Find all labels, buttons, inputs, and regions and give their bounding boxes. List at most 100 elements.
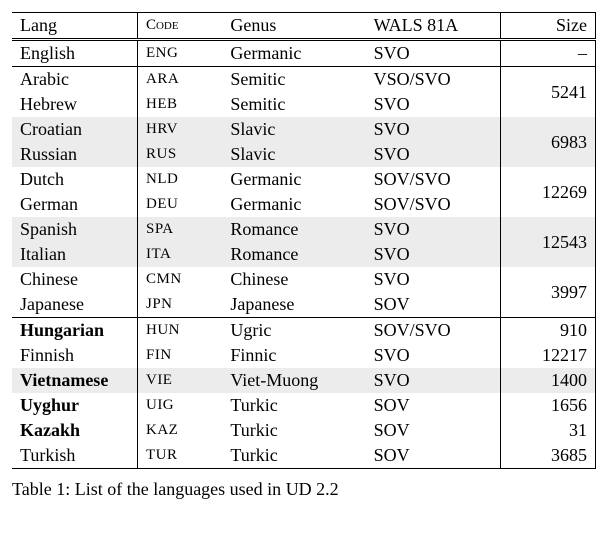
table-caption: Table 1: List of the languages used in U…: [12, 479, 596, 500]
size-cell: 1400: [500, 368, 595, 393]
lang-cell: Russian: [12, 142, 137, 167]
lang-cell: Chinese: [12, 267, 137, 292]
genus-cell: Semitic: [222, 92, 365, 117]
table-row: Uyghur UIG Turkic SOV 1656: [12, 393, 596, 418]
table-row: Turkish TUR Turkic SOV 3685: [12, 443, 596, 469]
header-code: Code: [137, 13, 222, 40]
genus-cell: Japanese: [222, 292, 365, 318]
lang-cell: Hungarian: [12, 318, 137, 344]
header-size: Size: [500, 13, 595, 40]
table-row: Spanish SPA Romance SVO 12543: [12, 217, 596, 242]
table-row: Chinese CMN Chinese SVO 3997: [12, 267, 596, 292]
table-row: Finnish FIN Finnic SVO 12217: [12, 343, 596, 368]
genus-cell: Romance: [222, 242, 365, 267]
genus-cell: Romance: [222, 217, 365, 242]
wals-cell: SVO: [366, 267, 500, 292]
wals-cell: SOV: [366, 393, 500, 418]
header-wals: WALS 81A: [366, 13, 500, 40]
header-lang: Lang: [12, 13, 137, 40]
lang-cell: Dutch: [12, 167, 137, 192]
size-cell: 12269: [500, 167, 595, 217]
size-cell: 12217: [500, 343, 595, 368]
genus-cell: Ugric: [222, 318, 365, 344]
genus-cell: Semitic: [222, 67, 365, 93]
genus-cell: Chinese: [222, 267, 365, 292]
genus-cell: Viet-Muong: [222, 368, 365, 393]
lang-cell: Hebrew: [12, 92, 137, 117]
genus-cell: Turkic: [222, 393, 365, 418]
code-cell: SPA: [137, 217, 222, 242]
size-cell: –: [500, 40, 595, 67]
code-cell: TUR: [137, 443, 222, 469]
table-row: Hungarian HUN Ugric SOV/SVO 910: [12, 318, 596, 344]
caption-suffix: UD 2.2: [286, 479, 339, 499]
lang-cell: Croatian: [12, 117, 137, 142]
code-cell: VIE: [137, 368, 222, 393]
wals-cell: SOV/SVO: [366, 318, 500, 344]
lang-cell: German: [12, 192, 137, 217]
code-cell: NLD: [137, 167, 222, 192]
wals-cell: SVO: [366, 343, 500, 368]
wals-cell: SOV/SVO: [366, 167, 500, 192]
lang-cell: Turkish: [12, 443, 137, 469]
size-cell: 3685: [500, 443, 595, 469]
code-cell: HRV: [137, 117, 222, 142]
table-row: English ENG Germanic SVO –: [12, 40, 596, 67]
wals-cell: SVO: [366, 142, 500, 167]
language-table: Lang Code Genus WALS 81A Size English EN…: [12, 12, 596, 469]
size-cell: 31: [500, 418, 595, 443]
code-cell: KAZ: [137, 418, 222, 443]
size-cell: 6983: [500, 117, 595, 167]
genus-cell: Turkic: [222, 418, 365, 443]
caption-text: Table 1: List of the languages used in: [12, 479, 286, 499]
wals-cell: SOV: [366, 443, 500, 469]
table-row: Vietnamese VIE Viet-Muong SVO 1400: [12, 368, 596, 393]
code-cell: HUN: [137, 318, 222, 344]
lang-cell: Uyghur: [12, 393, 137, 418]
genus-cell: Germanic: [222, 192, 365, 217]
wals-cell: SVO: [366, 117, 500, 142]
lang-cell: English: [12, 40, 137, 67]
genus-cell: Germanic: [222, 167, 365, 192]
wals-cell: SVO: [366, 92, 500, 117]
lang-cell: Arabic: [12, 67, 137, 93]
code-cell: ARA: [137, 67, 222, 93]
code-cell: HEB: [137, 92, 222, 117]
lang-cell: Vietnamese: [12, 368, 137, 393]
code-cell: FIN: [137, 343, 222, 368]
genus-cell: Slavic: [222, 117, 365, 142]
code-cell: ITA: [137, 242, 222, 267]
wals-cell: SOV: [366, 418, 500, 443]
wals-cell: SVO: [366, 368, 500, 393]
table-row: Arabic ARA Semitic VSO/SVO 5241: [12, 67, 596, 93]
wals-cell: SOV/SVO: [366, 192, 500, 217]
genus-cell: Germanic: [222, 40, 365, 67]
size-cell: 910: [500, 318, 595, 344]
lang-cell: Japanese: [12, 292, 137, 318]
wals-cell: SVO: [366, 242, 500, 267]
code-cell: UIG: [137, 393, 222, 418]
wals-cell: SOV: [366, 292, 500, 318]
wals-cell: VSO/SVO: [366, 67, 500, 93]
header-row: Lang Code Genus WALS 81A Size: [12, 13, 596, 40]
table-row: Croatian HRV Slavic SVO 6983: [12, 117, 596, 142]
wals-cell: SVO: [366, 217, 500, 242]
genus-cell: Turkic: [222, 443, 365, 469]
genus-cell: Slavic: [222, 142, 365, 167]
size-cell: 1656: [500, 393, 595, 418]
table-body: English ENG Germanic SVO – Arabic ARA Se…: [12, 40, 596, 469]
code-cell: RUS: [137, 142, 222, 167]
code-cell: DEU: [137, 192, 222, 217]
header-genus: Genus: [222, 13, 365, 40]
size-cell: 3997: [500, 267, 595, 318]
lang-cell: Finnish: [12, 343, 137, 368]
genus-cell: Finnic: [222, 343, 365, 368]
lang-cell: Spanish: [12, 217, 137, 242]
code-cell: JPN: [137, 292, 222, 318]
size-cell: 5241: [500, 67, 595, 118]
table-row: Kazakh KAZ Turkic SOV 31: [12, 418, 596, 443]
table-row: Dutch NLD Germanic SOV/SVO 12269: [12, 167, 596, 192]
lang-cell: Kazakh: [12, 418, 137, 443]
lang-cell: Italian: [12, 242, 137, 267]
code-cell: CMN: [137, 267, 222, 292]
